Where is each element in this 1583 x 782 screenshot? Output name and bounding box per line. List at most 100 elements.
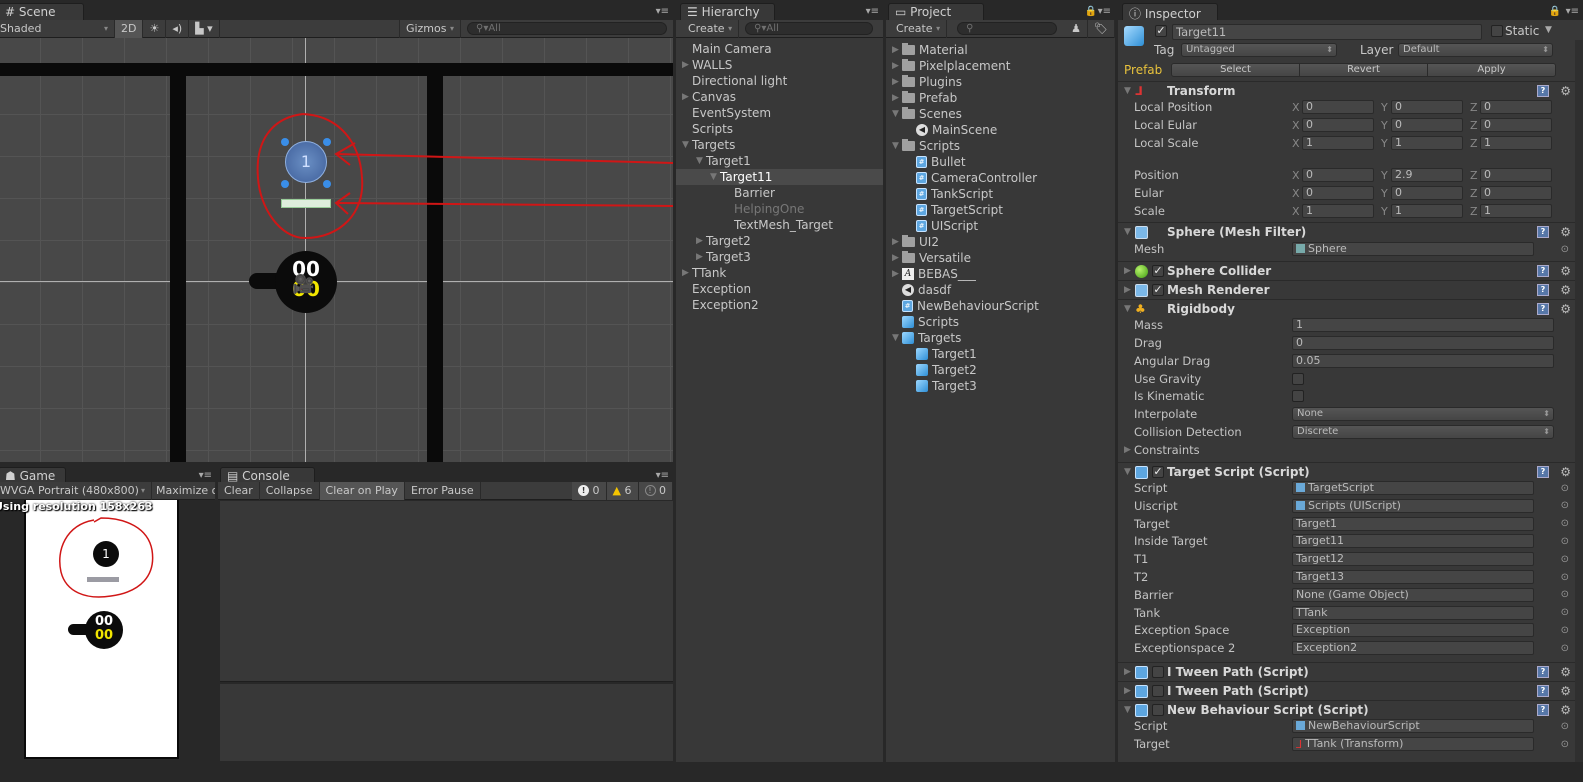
object-reference-field[interactable]: Exception2 xyxy=(1292,641,1534,656)
project-item[interactable]: ▶ Prefab xyxy=(886,90,1115,106)
target-script-enabled-checkbox[interactable]: ✓ xyxy=(1152,466,1164,478)
lock-icon[interactable]: 🔒 xyxy=(1549,6,1561,17)
itween-path-enabled-checkbox[interactable] xyxy=(1152,666,1164,678)
project-item[interactable]: ▼ Targets xyxy=(886,330,1115,346)
object-picker-icon[interactable]: ⊙ xyxy=(1561,572,1569,583)
project-item[interactable]: ◀ MainScene xyxy=(886,122,1115,138)
help-icon[interactable]: ? xyxy=(1537,265,1549,277)
panel-menu-icon[interactable]: ▾≡ xyxy=(199,470,212,481)
transform-y-input[interactable]: 2.9 xyxy=(1391,168,1463,182)
sphere-collider-enabled-checkbox[interactable]: ✓ xyxy=(1152,265,1164,277)
project-item[interactable]: ◀ dasdf xyxy=(886,282,1115,298)
expand-arrow-icon[interactable]: ▼ xyxy=(1124,227,1131,237)
expand-arrow-icon[interactable]: ▼ xyxy=(1124,467,1131,477)
console-clear-button[interactable]: Clear xyxy=(218,481,260,500)
constraints-row[interactable]: ▶ Constraints xyxy=(1118,441,1583,459)
help-icon[interactable]: ? xyxy=(1537,85,1549,97)
static-dropdown-icon[interactable]: ▼ xyxy=(1545,25,1552,35)
object-reference-field[interactable]: None (Game Object) xyxy=(1292,587,1534,602)
expand-arrow-icon[interactable]: ▼ xyxy=(1124,304,1131,314)
filter-by-type-icon[interactable]: ♟ xyxy=(1065,19,1089,38)
object-picker-icon[interactable]: ⊙ xyxy=(1561,589,1569,600)
hierarchy-item[interactable]: HelpingOne xyxy=(676,201,883,217)
collision-detection-dropdown[interactable]: Discrete xyxy=(1292,425,1554,439)
expand-arrow-icon[interactable]: ▶ xyxy=(892,93,902,103)
transform-y-input[interactable]: 1 xyxy=(1391,204,1463,218)
transform-x-input[interactable]: 1 xyxy=(1302,136,1374,150)
project-item[interactable]: ▶ Pixelplacement xyxy=(886,58,1115,74)
interpolate-dropdown[interactable]: None xyxy=(1292,407,1554,421)
tab-project[interactable]: ▭ Project xyxy=(888,3,984,20)
expand-arrow-icon[interactable]: ▼ xyxy=(892,109,902,119)
filter-by-label-icon[interactable]: 🏷 xyxy=(1088,19,1115,38)
project-item[interactable]: Scripts xyxy=(886,314,1115,330)
tab-scene[interactable]: # Scene xyxy=(0,3,84,20)
hierarchy-item[interactable]: Scripts xyxy=(676,121,883,137)
gear-icon[interactable]: ⚙ xyxy=(1560,225,1571,239)
gear-icon[interactable]: ⚙ xyxy=(1560,703,1571,717)
panel-menu-icon[interactable]: ▾≡ xyxy=(866,6,879,17)
expand-arrow-icon[interactable]: ▶ xyxy=(682,60,692,70)
hierarchy-item[interactable]: TextMesh_Target xyxy=(676,217,883,233)
is-kinematic-checkbox[interactable] xyxy=(1292,390,1304,402)
drag-input[interactable]: 0 xyxy=(1292,336,1554,350)
transform-y-input[interactable]: 0 xyxy=(1391,186,1463,200)
audio-toggle-icon[interactable]: ◂) xyxy=(166,19,190,38)
console-error-pause-button[interactable]: Error Pause xyxy=(405,481,481,500)
hierarchy-item[interactable]: ▶ TTank xyxy=(676,265,883,281)
expand-arrow-icon[interactable]: ▼ xyxy=(892,333,902,343)
project-item[interactable]: ▶ A BEBAS___ xyxy=(886,266,1115,282)
transform-x-input[interactable]: 0 xyxy=(1302,118,1374,132)
hierarchy-item[interactable]: ▶ WALLS xyxy=(676,57,883,73)
itween-path-enabled-checkbox[interactable] xyxy=(1152,685,1164,697)
expand-arrow-icon[interactable]: ▶ xyxy=(892,253,902,263)
nb-target-field[interactable]: ⅃ TTank (Transform) xyxy=(1292,737,1534,751)
transform-z-input[interactable]: 0 xyxy=(1480,118,1552,132)
gear-icon[interactable]: ⚙ xyxy=(1560,264,1571,278)
panel-menu-icon[interactable]: ▾≡ xyxy=(656,6,669,17)
object-picker-icon[interactable]: ⊙ xyxy=(1561,721,1569,732)
expand-arrow-icon[interactable]: ▼ xyxy=(1124,86,1131,96)
object-reference-field[interactable]: Exception xyxy=(1292,623,1534,638)
project-item[interactable]: ▶ Plugins xyxy=(886,74,1115,90)
console-error-filter[interactable]: ! 0 xyxy=(638,481,673,500)
transform-z-input[interactable]: 0 xyxy=(1480,100,1552,114)
hierarchy-item[interactable]: ▼ Target1 xyxy=(676,153,883,169)
console-info-filter[interactable]: ! 0 xyxy=(572,481,607,500)
expand-arrow-icon[interactable]: ▼ xyxy=(892,141,902,151)
panel-menu-icon[interactable]: ▾≡ xyxy=(656,470,669,481)
object-reference-field[interactable]: Target1 xyxy=(1292,516,1534,531)
transform-z-input[interactable]: 1 xyxy=(1480,204,1552,218)
hierarchy-item[interactable]: EventSystem xyxy=(676,105,883,121)
project-item[interactable]: Target2 xyxy=(886,362,1115,378)
object-reference-field[interactable]: Scripts (UIScript) xyxy=(1292,498,1534,513)
project-item[interactable]: # Bullet xyxy=(886,154,1115,170)
project-item[interactable]: # NewBehaviourScript xyxy=(886,298,1115,314)
expand-arrow-icon[interactable]: ▶ xyxy=(696,252,706,262)
tag-dropdown[interactable]: Untagged xyxy=(1181,43,1337,57)
object-picker-icon[interactable]: ⊙ xyxy=(1561,244,1569,255)
layer-dropdown[interactable]: Default xyxy=(1398,43,1553,57)
object-reference-field[interactable]: TTank xyxy=(1292,605,1534,620)
transform-z-input[interactable]: 1 xyxy=(1480,136,1552,150)
project-item[interactable]: Target3 xyxy=(886,378,1115,394)
object-picker-icon[interactable]: ⊙ xyxy=(1561,518,1569,529)
mesh-renderer-header[interactable]: ▶ ✓ Mesh Renderer ? ⚙ xyxy=(1118,280,1583,299)
hierarchy-item[interactable]: Main Camera xyxy=(676,41,883,57)
object-name-input[interactable]: Target11 xyxy=(1172,24,1482,40)
object-picker-icon[interactable]: ⊙ xyxy=(1561,643,1569,654)
expand-arrow-icon[interactable]: ▶ xyxy=(1124,686,1131,696)
itween-path-header[interactable]: ▶ I Tween Path (Script) ? ⚙ xyxy=(1118,662,1583,681)
console-detail-area[interactable] xyxy=(220,684,673,761)
help-icon[interactable]: ? xyxy=(1537,303,1549,315)
prefab-apply-button[interactable]: Apply xyxy=(1428,64,1555,76)
nb-script-field[interactable]: NewBehaviourScript xyxy=(1292,719,1534,733)
project-item[interactable]: # TargetScript xyxy=(886,202,1115,218)
object-picker-icon[interactable]: ⊙ xyxy=(1561,625,1569,636)
game-view[interactable]: 1 00 00 xyxy=(24,500,179,759)
expand-arrow-icon[interactable]: ▶ xyxy=(1124,667,1131,677)
tab-inspector[interactable]: ⓘ Inspector xyxy=(1122,3,1218,21)
object-picker-icon[interactable]: ⊙ xyxy=(1561,536,1569,547)
hierarchy-item[interactable]: ▼ Target11 xyxy=(676,169,883,185)
use-gravity-checkbox[interactable] xyxy=(1292,373,1304,385)
